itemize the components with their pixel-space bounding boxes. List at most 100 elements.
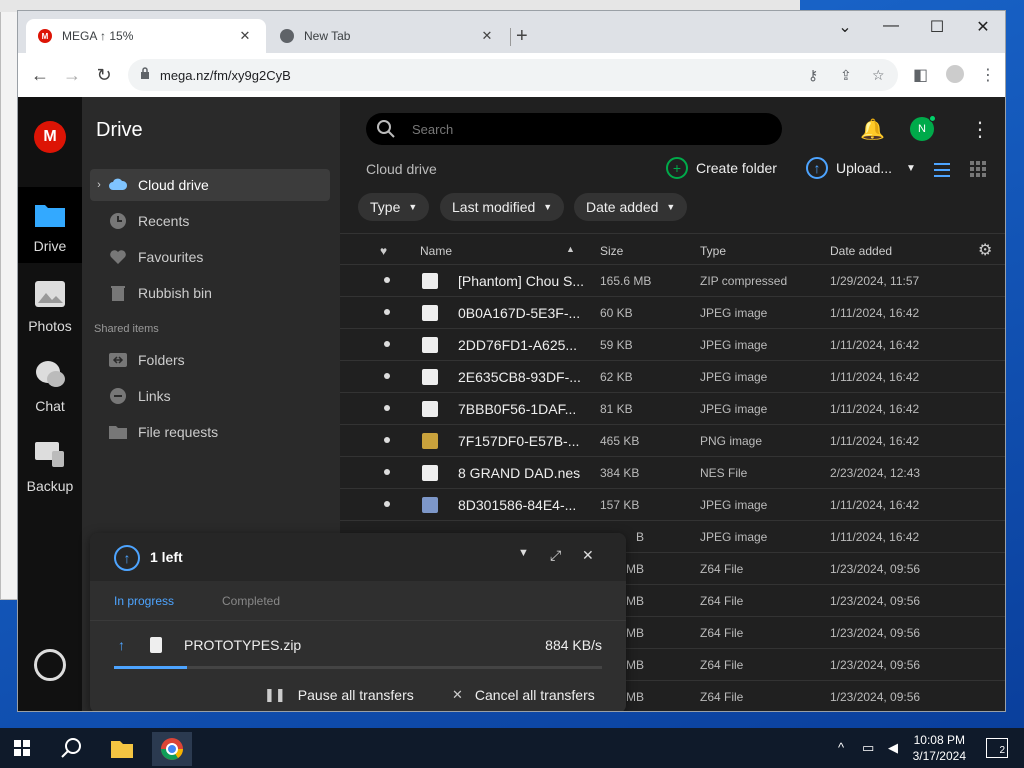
table-row[interactable]: [Phantom] Chou S... 165.6 MB ZIP compresse… — [340, 265, 1005, 297]
list-view-icon[interactable] — [932, 161, 952, 179]
column-size[interactable]: Size — [600, 244, 623, 258]
close-window-button[interactable]: ✕ — [960, 17, 1005, 37]
profile-icon[interactable] — [946, 65, 964, 83]
expand-panel-icon[interactable]: ⤢ — [550, 547, 561, 564]
tab-title: MEGA ↑ 15% — [62, 29, 134, 43]
rail-chat[interactable]: Chat — [18, 347, 82, 423]
tab-in-progress[interactable]: In progress — [114, 594, 174, 608]
sidebar-item-folders[interactable]: Folders — [90, 344, 330, 376]
file-date: 1/11/2024, 16:42 — [830, 530, 920, 544]
tab-mega[interactable]: M MEGA ↑ 15% ✕ — [26, 19, 266, 53]
chevron-down-icon[interactable]: ▼ — [906, 163, 916, 174]
upload-button[interactable]: ↑ Upload... ▼ — [806, 157, 916, 179]
pause-all-button[interactable]: ❚❚ Pause all transfers — [264, 687, 414, 703]
notification-bell-icon[interactable]: 🔔 — [860, 117, 885, 142]
close-tab-icon[interactable]: ✕ — [478, 28, 496, 44]
sidebar-item-favourites[interactable]: Favourites — [90, 241, 330, 273]
windows-start-icon[interactable] — [14, 740, 30, 756]
favourite-dot[interactable] — [384, 373, 390, 379]
tab-completed[interactable]: Completed — [222, 594, 280, 608]
maximize-button[interactable]: ☐ — [914, 17, 960, 37]
create-folder-label: Create folder — [696, 160, 777, 176]
table-row[interactable]: 7BBB0F56-1DAF... 81 KB JPEG image 1/11/2024… — [340, 393, 1005, 425]
transfer-manager-icon[interactable] — [34, 649, 66, 681]
system-clock[interactable]: 10:08 PM 3/17/2024 — [913, 732, 966, 764]
sort-ascending-icon[interactable]: ▲ — [566, 244, 575, 254]
tab-bar: M MEGA ↑ 15% ✕ New Tab ✕ + ⌄ — ☐ ✕ — [18, 11, 1005, 53]
file-name: 0B0A167D-5E3F-... — [458, 305, 581, 321]
rail-label: Chat — [35, 398, 65, 414]
column-type[interactable]: Type — [700, 244, 726, 258]
column-date-added[interactable]: Date added — [830, 244, 892, 258]
transfer-item[interactable]: ↑ PROTOTYPES.zip 884 KB/s — [114, 633, 602, 657]
back-icon[interactable]: ← — [28, 63, 52, 87]
favourite-column-heart-icon[interactable]: ♥ — [380, 244, 387, 258]
table-row[interactable]: 8D301586-84E4-... 157 KB JPEG image 1/11/20… — [340, 489, 1005, 521]
table-row[interactable]: 0B0A167D-5E3F-... 60 KB JPEG image 1/11/202… — [340, 297, 1005, 329]
sidebar-item-cloud-drive[interactable]: › Cloud drive — [90, 169, 330, 201]
column-name[interactable]: Name — [420, 244, 452, 258]
filter-date-added[interactable]: Date added ▼ — [574, 193, 688, 221]
clock-icon — [110, 213, 126, 229]
favourite-dot[interactable] — [384, 501, 390, 507]
browser-menu-icon[interactable]: ⋮ — [980, 65, 996, 85]
share-icon[interactable]: ⇪ — [840, 67, 852, 84]
breadcrumb[interactable]: Cloud drive — [366, 161, 437, 177]
cancel-all-button[interactable]: ✕ Cancel all transfers — [452, 687, 595, 703]
close-tab-icon[interactable]: ✕ — [236, 28, 254, 44]
tab-search-icon[interactable]: ⌄ — [822, 17, 868, 37]
side-panel-icon[interactable]: ◧ — [913, 65, 928, 85]
collapse-chevron-icon[interactable]: ▼ — [518, 547, 529, 559]
reload-icon[interactable]: ↻ — [92, 63, 116, 87]
column-settings-gear-icon[interactable]: ⚙ — [978, 240, 992, 260]
favourite-dot[interactable] — [384, 309, 390, 315]
favourite-dot[interactable] — [384, 341, 390, 347]
password-key-icon[interactable]: ⚷ — [808, 67, 818, 84]
network-icon[interactable]: ▭ — [862, 740, 874, 756]
table-row[interactable]: 2DD76FD1-A625... 59 KB JPEG image 1/11/2024… — [340, 329, 1005, 361]
file-date: 1/11/2024, 16:42 — [830, 498, 920, 512]
create-folder-button[interactable]: + Create folder — [666, 157, 777, 179]
sidebar-item-file-requests[interactable]: File requests — [90, 416, 330, 448]
chrome-taskbar-icon[interactable] — [152, 732, 192, 766]
rail-backup[interactable]: Backup — [18, 427, 82, 503]
favourite-dot[interactable] — [384, 469, 390, 475]
file-date: 1/11/2024, 16:42 — [830, 370, 920, 384]
chevron-right-icon[interactable]: › — [90, 179, 108, 191]
favourite-dot[interactable] — [384, 437, 390, 443]
rail-drive[interactable]: Drive — [18, 187, 82, 263]
minimize-button[interactable]: — — [868, 17, 914, 35]
close-panel-icon[interactable]: ✕ — [582, 547, 594, 564]
grid-view-icon[interactable] — [970, 161, 986, 177]
favourite-dot[interactable] — [384, 277, 390, 283]
volume-muted-icon[interactable]: ◀ — [888, 740, 898, 756]
tab-new-tab[interactable]: New Tab ✕ — [268, 19, 508, 53]
sidebar-item-links[interactable]: Links — [90, 380, 330, 412]
sidebar-item-recents[interactable]: Recents — [90, 205, 330, 237]
address-bar[interactable]: mega.nz/fm/xy9g2CyB ⚷ ⇪ ☆ — [128, 59, 898, 91]
file-type: JPEG image — [700, 338, 768, 352]
search-icon[interactable] — [60, 736, 84, 760]
table-row[interactable]: 2E635CB8-93DF-... 62 KB JPEG image 1/11/202… — [340, 361, 1005, 393]
filter-last-modified[interactable]: Last modified ▼ — [440, 193, 565, 221]
sidebar-item-rubbish-bin[interactable]: Rubbish bin — [90, 277, 330, 309]
bookmark-star-icon[interactable]: ☆ — [872, 67, 885, 84]
file-date: 1/23/2024, 09:56 — [830, 626, 921, 640]
search-input[interactable]: Search — [366, 113, 782, 145]
pause-label: Pause all transfers — [297, 687, 414, 703]
new-tab-button[interactable]: + — [516, 25, 528, 48]
notification-center-icon[interactable]: 2 — [986, 738, 1008, 758]
favourite-dot[interactable] — [384, 405, 390, 411]
rail-label: Photos — [28, 318, 72, 334]
show-hidden-icons-chevron-icon[interactable]: ^ — [838, 740, 844, 755]
mega-logo[interactable]: M — [34, 121, 66, 153]
more-menu-icon[interactable]: ⋮ — [970, 117, 990, 142]
avatar[interactable]: N — [910, 115, 936, 141]
rail-photos[interactable]: Photos — [18, 267, 82, 343]
table-row[interactable]: 8 GRAND DAD.nes 384 KB NES File 2/23/2024, … — [340, 457, 1005, 489]
filter-type[interactable]: Type ▼ — [358, 193, 430, 221]
file-explorer-icon[interactable] — [102, 732, 142, 766]
rail-label: Backup — [26, 478, 74, 494]
table-row[interactable]: 7F157DF0-E57B-... 465 KB PNG image 1/11/202… — [340, 425, 1005, 457]
forward-icon[interactable]: → — [60, 63, 84, 87]
